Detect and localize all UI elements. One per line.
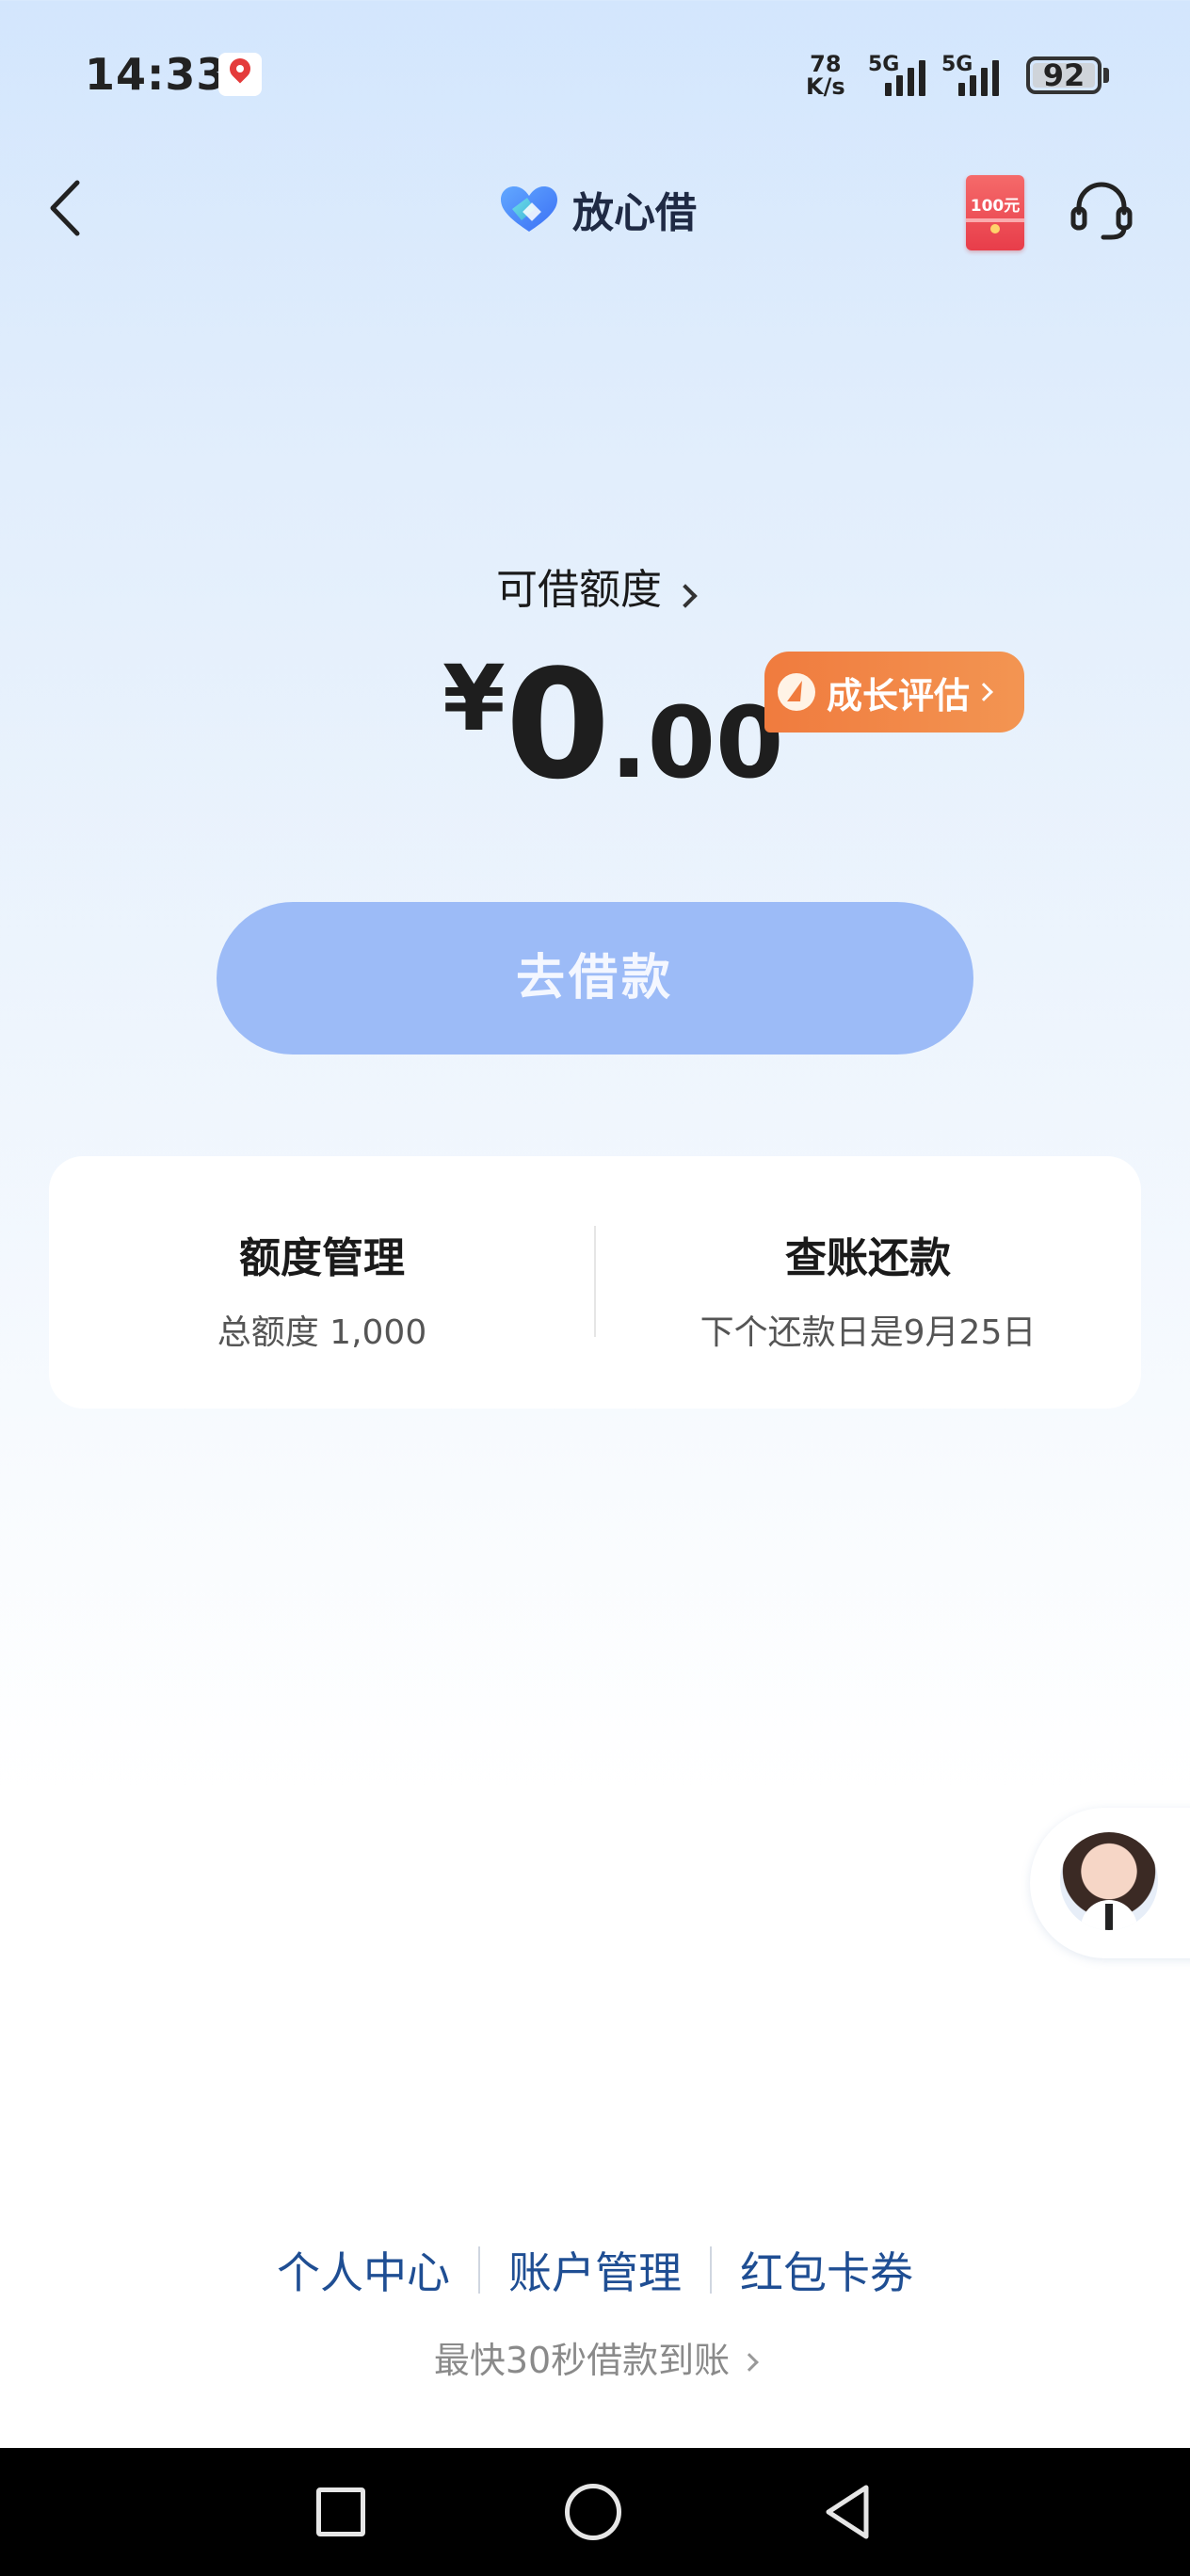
- tagline-link[interactable]: 最快30秒借款到账: [0, 2331, 1190, 2383]
- red-packet-amount: 100元: [970, 197, 1021, 216]
- red-packet-icon: [990, 224, 1000, 233]
- baidu-map-icon: [218, 53, 262, 96]
- brand-title: 放心借: [499, 179, 697, 239]
- credit-limit-link[interactable]: 可借额度: [0, 555, 1190, 616]
- network-speed-unit: K/s: [806, 73, 845, 100]
- account-management-link[interactable]: 账户管理: [480, 2239, 710, 2301]
- nav-back-icon[interactable]: [819, 2482, 876, 2542]
- status-time: 14:33: [85, 49, 228, 100]
- growth-evaluation-label: 成长评估: [827, 674, 971, 716]
- borrow-button[interactable]: 去借款: [217, 902, 973, 1055]
- back-button[interactable]: [41, 175, 98, 241]
- next-repayment-text: 下个还款日是9月25日: [700, 1313, 1037, 1352]
- chevron-right-icon: [974, 683, 993, 701]
- personal-center-link[interactable]: 个人中心: [249, 2239, 478, 2301]
- credit-management-title: 额度管理: [239, 1234, 405, 1282]
- battery-level: 92: [1042, 57, 1085, 93]
- bill-repayment-title: 查账还款: [785, 1234, 951, 1282]
- amount-integer: 0: [505, 636, 611, 813]
- brand-logo-icon: [499, 185, 559, 233]
- red-packet-button[interactable]: 100元: [966, 175, 1024, 250]
- account-card: 额度管理 总额度 1,000 查账还款 下个还款日是9月25日: [49, 1156, 1141, 1409]
- home-icon[interactable]: [565, 2484, 621, 2540]
- credit-limit-label: 可借额度: [496, 566, 662, 614]
- battery-icon: 92: [1026, 56, 1102, 94]
- currency-symbol: ¥: [442, 646, 506, 751]
- growth-evaluation-button[interactable]: 成长评估: [764, 652, 1024, 733]
- brand-name: 放心借: [572, 189, 697, 237]
- assistant-avatar: [1060, 1832, 1158, 1930]
- chevron-right-icon: [673, 583, 698, 608]
- status-bar: 14:33 78 K/s 5G 5G 92: [0, 0, 1190, 151]
- network-speed-value: 78: [810, 51, 842, 77]
- customer-service-icon: [1070, 182, 1133, 240]
- credit-management-entry[interactable]: 额度管理 总额度 1,000: [49, 1156, 595, 1409]
- bill-repayment-entry[interactable]: 查账还款 下个还款日是9月25日: [595, 1156, 1141, 1409]
- recent-apps-icon[interactable]: [316, 2487, 365, 2536]
- chevron-right-icon: [740, 2353, 760, 2372]
- network-speed: 78 K/s: [806, 53, 845, 98]
- assistant-button[interactable]: [1030, 1808, 1190, 1958]
- back-icon: [50, 180, 80, 236]
- coupons-link[interactable]: 红包卡券: [712, 2239, 941, 2301]
- lightning-icon: [778, 673, 815, 711]
- tagline-text: 最快30秒借款到账: [433, 2340, 731, 2381]
- battery-tip: [1103, 68, 1109, 83]
- total-credit-text: 总额度 1,000: [217, 1313, 427, 1352]
- available-amount: ¥0.00: [442, 646, 784, 800]
- amount-decimal: .00: [610, 685, 784, 800]
- footer-links: 个人中心 账户管理 红包卡券: [0, 2239, 1190, 2301]
- customer-service-button[interactable]: [1066, 175, 1137, 247]
